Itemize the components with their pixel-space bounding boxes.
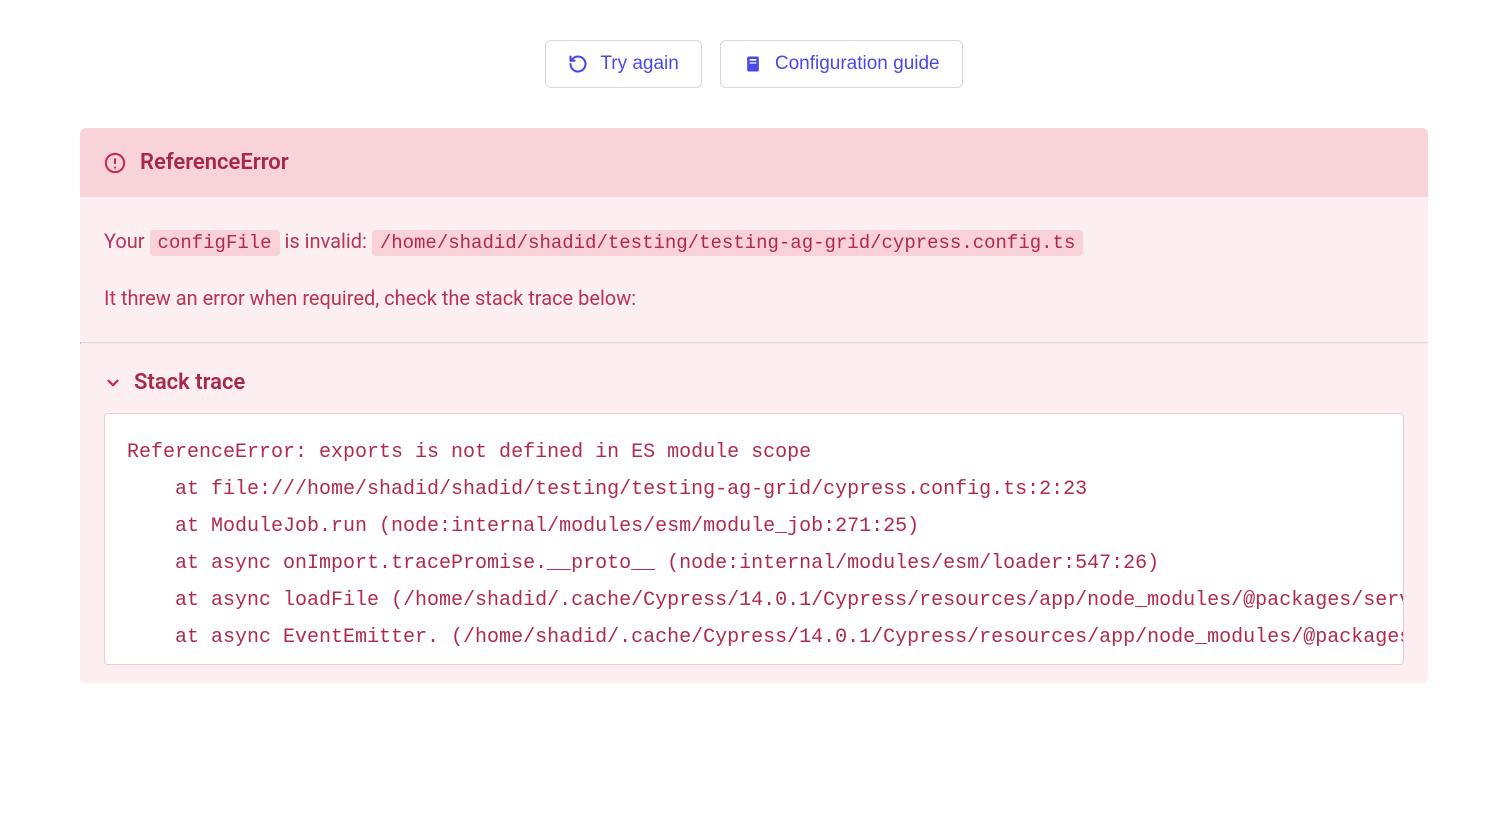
error-msg-prefix: Your	[104, 229, 150, 253]
config-guide-label: Configuration guide	[775, 53, 940, 75]
book-icon	[743, 54, 763, 74]
error-message-line-1: Your configFile is invalid: /home/shadid…	[104, 225, 1404, 258]
stack-trace-box[interactable]: ReferenceError: exports is not defined i…	[104, 413, 1404, 665]
error-title: ReferenceError	[140, 150, 289, 175]
error-panel: ReferenceError Your configFile is invali…	[80, 128, 1428, 683]
stack-trace-section: Stack trace ReferenceError: exports is n…	[80, 344, 1428, 683]
stack-trace-heading: Stack trace	[134, 370, 245, 395]
config-guide-button[interactable]: Configuration guide	[720, 40, 963, 88]
chevron-down-icon	[104, 374, 122, 392]
error-header: ReferenceError	[80, 128, 1428, 197]
error-body: Your configFile is invalid: /home/shadid…	[80, 197, 1428, 342]
stack-trace-text: ReferenceError: exports is not defined i…	[127, 434, 1381, 656]
page-container: Try again Configuration guide	[0, 0, 1508, 683]
error-msg-mid: is invalid:	[280, 229, 372, 253]
action-button-row: Try again Configuration guide	[0, 40, 1508, 88]
error-message-line-2: It threw an error when required, check t…	[104, 282, 1404, 314]
error-configpath-code: /home/shadid/shadid/testing/testing-ag-g…	[372, 230, 1084, 256]
try-again-label: Try again	[600, 53, 679, 75]
try-again-button[interactable]: Try again	[545, 40, 702, 88]
stack-trace-toggle[interactable]: Stack trace	[104, 370, 1404, 395]
error-icon	[104, 152, 126, 174]
error-configfile-code: configFile	[150, 230, 280, 256]
refresh-icon	[568, 54, 588, 74]
